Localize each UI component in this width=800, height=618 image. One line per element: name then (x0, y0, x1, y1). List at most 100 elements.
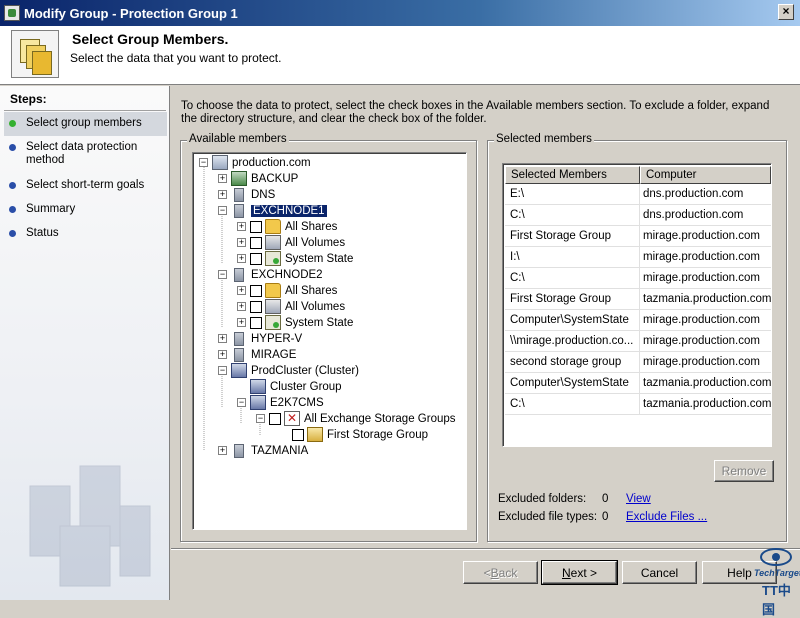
table-row[interactable]: I:\ mirage.production.com (505, 247, 771, 268)
eye-logo-icon (760, 548, 792, 566)
tree-node[interactable]: − ProdCluster (Cluster) (218, 363, 359, 378)
steps-heading: Steps: (10, 92, 47, 106)
tree-node[interactable]: Cluster Group (250, 379, 342, 394)
shared-folder-icon (265, 283, 281, 298)
cluster-group-icon (250, 395, 266, 410)
table-row[interactable]: C:\ tazmania.production.com (505, 394, 771, 415)
available-members-tree[interactable]: − production.com + BACKUP + DNS − EXCHNO… (192, 152, 467, 530)
step-bullet-icon (9, 144, 16, 151)
expand-icon[interactable]: + (237, 254, 246, 263)
remove-button[interactable]: Remove (714, 460, 774, 482)
table-row[interactable]: \\mirage.production.co... mirage.product… (505, 331, 771, 352)
servers-watermark-icon (29, 465, 151, 587)
table-row[interactable]: Computer\SystemState tazmania.production… (505, 373, 771, 394)
expand-icon[interactable]: + (237, 318, 246, 327)
member-checkbox[interactable] (250, 252, 262, 265)
cancel-button[interactable]: Cancel (622, 561, 697, 584)
table-row[interactable]: E:\ dns.production.com (505, 184, 771, 205)
server-icon (234, 331, 244, 346)
step-bullet-icon (9, 182, 16, 189)
step-status: Status (4, 227, 167, 240)
table-row[interactable]: First Storage Group mirage.production.co… (505, 226, 771, 247)
member-checkbox[interactable] (269, 412, 281, 425)
collapse-icon[interactable]: − (199, 158, 208, 167)
expand-icon[interactable]: + (218, 446, 227, 455)
tree-node[interactable]: + HYPER-V (218, 331, 302, 346)
collapse-icon[interactable]: − (218, 366, 227, 375)
tree-node[interactable]: + System State (237, 315, 353, 330)
collapse-icon[interactable]: − (218, 206, 227, 215)
step-select-short-term-goals: Select short-term goals (4, 179, 167, 192)
tree-node[interactable]: − production.com (199, 155, 311, 170)
expand-icon[interactable]: + (237, 222, 246, 231)
tree-node[interactable]: + All Shares (237, 219, 337, 234)
expand-icon[interactable]: + (237, 302, 246, 311)
collapse-icon[interactable]: − (256, 414, 265, 423)
domain-icon (212, 155, 228, 170)
tree-node[interactable]: First Storage Group (292, 427, 428, 442)
table-row[interactable]: C:\ dns.production.com (505, 205, 771, 226)
member-checkbox[interactable] (292, 428, 304, 441)
exchange-icon (284, 411, 300, 426)
selected-members-list[interactable]: Selected Members Computer E:\ dns.produc… (502, 163, 772, 447)
system-state-icon (265, 315, 281, 330)
list-header: Selected Members Computer (505, 166, 771, 184)
expand-icon[interactable]: + (237, 238, 246, 247)
tree-node[interactable]: + All Volumes (237, 235, 345, 250)
exclude-files-link[interactable]: Exclude Files ... (626, 511, 707, 523)
tree-node[interactable]: − All Exchange Storage Groups (256, 411, 456, 426)
view-excluded-folders-link[interactable]: View (626, 493, 651, 505)
cluster-icon (231, 363, 247, 378)
table-row[interactable]: second storage group mirage.production.c… (505, 352, 771, 373)
table-row[interactable]: Computer\SystemState mirage.production.c… (505, 310, 771, 331)
tree-node[interactable]: − EXCHNODE2 (218, 267, 323, 282)
volume-icon (265, 235, 281, 250)
tree-node[interactable]: + TAZMANIA (218, 443, 308, 458)
volume-icon (265, 299, 281, 314)
tree-node[interactable]: + All Volumes (237, 299, 345, 314)
step-bullet-icon (9, 230, 16, 237)
collapse-icon[interactable]: − (218, 270, 227, 279)
expand-icon[interactable]: + (218, 190, 227, 199)
member-checkbox[interactable] (250, 284, 262, 297)
tree-node[interactable]: + MIRAGE (218, 347, 296, 362)
tree-node[interactable]: + System State (237, 251, 353, 266)
member-checkbox[interactable] (250, 316, 262, 329)
excluded-folders-label: Excluded folders: (498, 493, 587, 505)
tree-node[interactable]: + All Shares (237, 283, 337, 298)
app-icon (4, 5, 20, 21)
member-checkbox[interactable] (250, 300, 262, 313)
server-icon (234, 267, 244, 282)
next-button[interactable]: Next > (541, 560, 618, 585)
column-header-selected-members[interactable]: Selected Members (505, 166, 640, 184)
close-button[interactable]: × (778, 4, 794, 20)
excluded-file-types-count: 0 (602, 511, 609, 523)
available-members-legend: Available members (187, 133, 289, 145)
server-icon (234, 347, 244, 362)
member-checkbox[interactable] (250, 236, 262, 249)
techtarget-logo: TechTarget TT中国 (752, 546, 800, 617)
excluded-folders-count: 0 (602, 493, 609, 505)
member-checkbox[interactable] (250, 220, 262, 233)
table-row[interactable]: C:\ mirage.production.com (505, 268, 771, 289)
step-select-data-protection-method: Select data protection method (4, 141, 167, 167)
step-bullet-icon (9, 206, 16, 213)
server-icon (234, 443, 244, 458)
expand-icon[interactable]: + (218, 334, 227, 343)
tree-node[interactable]: − E2K7CMS (237, 395, 324, 410)
tree-node[interactable]: + DNS (218, 187, 275, 202)
expand-icon[interactable]: + (218, 350, 227, 359)
page-subtitle: Select the data that you want to protect… (70, 51, 282, 65)
expand-icon[interactable]: + (237, 286, 246, 295)
server-icon (234, 203, 244, 218)
tree-node[interactable]: + BACKUP (218, 171, 298, 186)
tree-node-selected[interactable]: − EXCHNODE1 (218, 203, 328, 218)
column-header-computer[interactable]: Computer (640, 166, 771, 184)
shared-folder-icon (265, 219, 281, 234)
expand-icon[interactable]: + (218, 174, 227, 183)
system-state-icon (265, 251, 281, 266)
back-button[interactable]: < Back (463, 561, 538, 584)
table-row[interactable]: First Storage Group tazmania.production.… (505, 289, 771, 310)
storage-group-icon (307, 427, 323, 442)
collapse-icon[interactable]: − (237, 398, 246, 407)
